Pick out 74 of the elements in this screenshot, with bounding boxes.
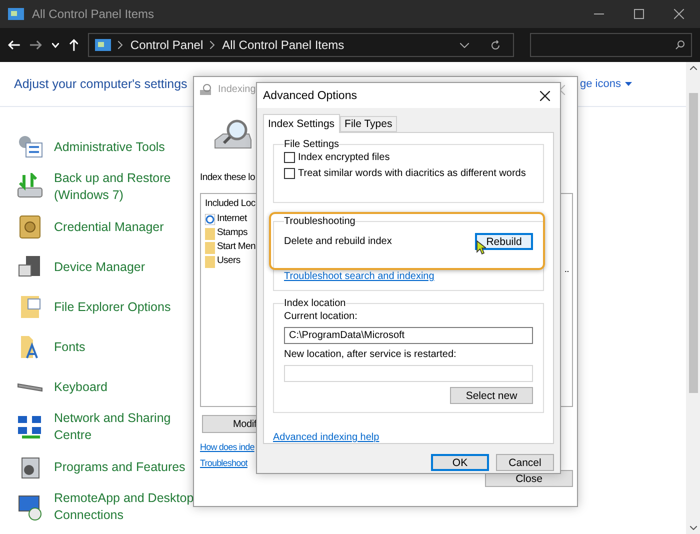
close-icon[interactable] [540, 90, 550, 100]
troubleshoot-link[interactable]: Troubleshoot [200, 458, 248, 468]
control-panel-link[interactable]: Keyboard [54, 378, 194, 396]
location-field[interactable]: C:\ProgramData\Microsoft [284, 327, 533, 344]
location-name[interactable]: Internet [217, 213, 247, 224]
forward-arrow-icon[interactable] [30, 40, 42, 50]
chevron-right-icon [118, 41, 124, 49]
checkbox[interactable] [284, 152, 295, 163]
control-panel-link[interactable]: Credential Manager [54, 218, 194, 236]
dialog-button[interactable]: Cancel [496, 454, 554, 471]
rebuild-button[interactable]: Rebuild [475, 233, 533, 250]
close-icon[interactable] [674, 9, 684, 19]
address-bar[interactable]: Control Panel All Control Panel Items [88, 33, 514, 57]
field-label: Current location: [284, 311, 358, 322]
view-by-link[interactable]: ge icons [580, 78, 632, 90]
checkbox-label: Treat similar words with diacritics as different words [298, 168, 526, 179]
dialog-button[interactable]: OK [431, 454, 489, 471]
control-panel-link[interactable]: RemoteApp and Desktop Connections [54, 490, 194, 524]
chevron-down-icon[interactable] [460, 42, 470, 48]
group-title: File Settings [284, 139, 340, 150]
scroll-down-icon[interactable] [690, 526, 696, 530]
breadcrumb[interactable]: All Control Panel Items [222, 38, 344, 52]
cursor-icon [476, 240, 486, 255]
folder-icon [205, 242, 215, 254]
checkbox-label: Index encrypted files [298, 152, 390, 163]
up-arrow-icon[interactable] [68, 39, 78, 51]
column-heading: Included Loc [205, 198, 256, 209]
control-panel-icon [8, 8, 24, 20]
control-panel-link[interactable]: Programs and Features [54, 458, 194, 476]
field-label: New location, after service is restarted: [284, 349, 458, 360]
control-panel-link[interactable]: Fonts [54, 338, 194, 356]
dialog-title: Indexing [218, 84, 256, 95]
dialog-title: Advanced Options [263, 90, 357, 102]
remote-desktop-icon [16, 493, 44, 521]
maximize-icon[interactable] [634, 9, 644, 19]
control-panel-link[interactable]: Network and Sharing Centre [54, 410, 194, 444]
control-panel-icon [95, 39, 112, 51]
tab[interactable]: File Types [340, 116, 398, 132]
help-link[interactable]: Advanced indexing help [273, 432, 380, 443]
location-name[interactable]: Users [217, 255, 240, 266]
folder-icon [205, 256, 215, 268]
control-panel-link[interactable]: Administrative Tools [54, 138, 194, 156]
location-name[interactable]: Start Men [217, 241, 256, 252]
search-icon [675, 40, 686, 50]
scrollbar[interactable] [686, 62, 700, 534]
new-location-field[interactable] [284, 365, 533, 382]
refresh-icon[interactable] [490, 40, 502, 50]
breadcrumb[interactable]: Control Panel [130, 38, 204, 52]
caret-icon [625, 82, 632, 86]
magnifier-drive-icon [200, 84, 213, 95]
search-field[interactable] [530, 33, 692, 57]
control-panel-link[interactable]: Device Manager [54, 258, 194, 276]
truncation-dots: .. [564, 264, 569, 275]
group-title: Troubleshooting [284, 216, 356, 227]
back-arrow-icon[interactable] [8, 40, 20, 50]
instruction-text: Delete and rebuild index [284, 236, 392, 247]
location-name[interactable]: Stamps [217, 227, 248, 238]
select-new-button[interactable]: Select new [450, 387, 533, 404]
page-heading: Adjust your computer's settings [14, 77, 188, 91]
instruction-text: Index these lo [200, 172, 255, 183]
folder-icon [205, 228, 215, 240]
control-panel-link[interactable]: File Explorer Options [54, 298, 194, 316]
window-title: All Control Panel Items [32, 7, 156, 21]
network-icon [16, 413, 44, 441]
troubleshoot-link[interactable]: Troubleshoot search and indexing [284, 271, 434, 282]
scroll-up-icon[interactable] [690, 66, 696, 70]
keyboard-icon [16, 382, 44, 392]
group-title: Index location [284, 298, 346, 309]
help-link[interactable]: How does inde [200, 442, 254, 452]
tab[interactable]: Index Settings [263, 114, 340, 133]
chevron-right-icon [210, 41, 216, 49]
globe-icon [205, 214, 215, 225]
checkbox[interactable] [284, 168, 295, 179]
control-panel-link[interactable]: Back up and Restore (Windows 7) [54, 170, 194, 204]
